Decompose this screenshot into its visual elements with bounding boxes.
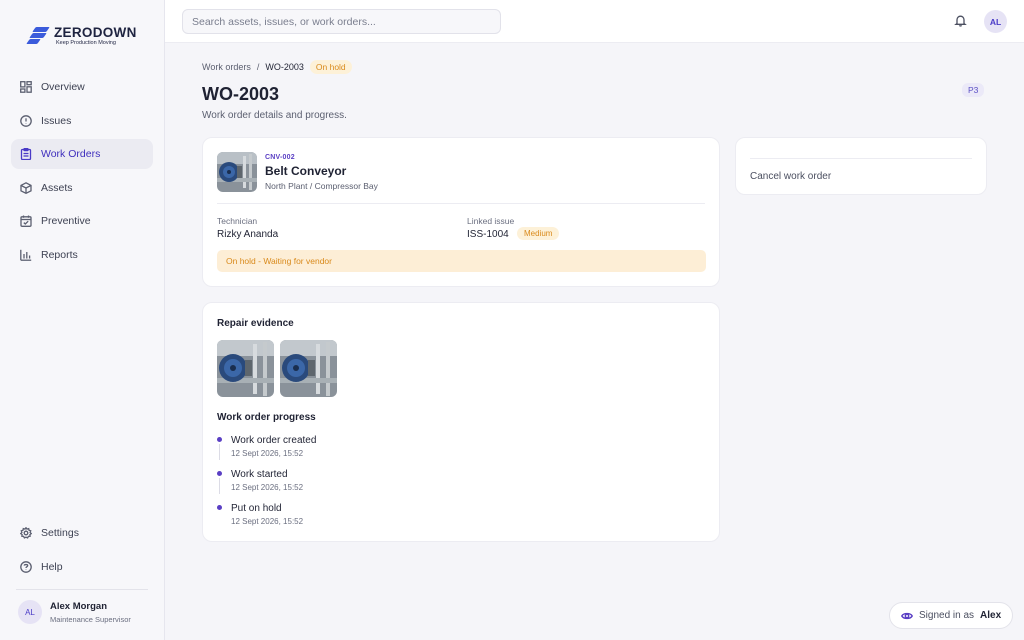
sidebar-item-reports[interactable]: Reports: [11, 240, 153, 270]
cube-icon: [20, 181, 32, 194]
grid-icon: [20, 81, 32, 93]
brand-name: ZERODOWN: [54, 25, 137, 40]
user-profile[interactable]: AL Alex Morgan Maintenance Supervisor: [18, 600, 131, 624]
sidebar-item-label: Assets: [41, 181, 73, 194]
timeline-connector: [219, 478, 220, 494]
avatar: AL: [18, 600, 42, 624]
sidebar-item-label: Issues: [41, 114, 72, 127]
secondary-nav: Settings Help: [11, 518, 153, 586]
user-name: Alex Morgan: [50, 600, 108, 612]
timeline-time: 12 Sept 2026, 15:52: [231, 449, 304, 458]
evidence-card: Repair evidence Work order progress Work…: [202, 302, 720, 542]
evidence-image[interactable]: [217, 340, 274, 397]
sidebar-item-help[interactable]: Help: [11, 552, 153, 582]
progress-timeline: Work order created 12 Sept 2026, 15:52 W…: [217, 435, 316, 537]
sidebar-item-label: Help: [41, 561, 63, 573]
signed-in-label: Signed in as: [919, 610, 975, 621]
breadcrumb: Work orders / WO-2003 On hold: [202, 60, 352, 74]
linked-issue-label: Linked issue: [467, 216, 515, 226]
cancel-work-order-button[interactable]: Cancel work order: [750, 171, 831, 182]
sidebar-item-label: Settings: [41, 527, 79, 539]
logo-icon: [26, 26, 50, 44]
sidebar-item-label: Work Orders: [41, 148, 101, 160]
evidence-image[interactable]: [280, 340, 337, 397]
signed-in-name: Alex: [980, 610, 1002, 621]
asset-location: North Plant / Compressor Bay: [265, 181, 378, 191]
clipboard-icon: [20, 148, 32, 160]
signed-in-indicator[interactable]: Signed in as Alex: [889, 602, 1014, 629]
sidebar-item-work-orders[interactable]: Work Orders: [11, 139, 153, 169]
main-nav: Overview Issues Work Orders Assets Preve…: [11, 72, 153, 273]
sidebar-item-settings[interactable]: Settings: [11, 518, 153, 548]
timeline-item: Work order created 12 Sept 2026, 15:52: [217, 435, 316, 469]
linked-issue-link[interactable]: ISS-1004: [467, 229, 509, 240]
timeline-dot: [217, 471, 222, 476]
progress-title: Work order progress: [217, 412, 316, 423]
sidebar-item-label: Preventive: [41, 215, 91, 227]
actions-card: Cancel work order: [735, 137, 987, 195]
help-circle-icon: [20, 561, 32, 573]
logo[interactable]: ZERODOWN Keep Production Moving: [26, 25, 137, 46]
sidebar-item-overview[interactable]: Overview: [11, 72, 153, 102]
timeline-time: 12 Sept 2026, 15:52: [231, 517, 304, 526]
sidebar-item-preventive[interactable]: Preventive: [11, 206, 153, 236]
bell-icon: [954, 15, 967, 27]
breadcrumb-current: WO-2003: [265, 62, 304, 72]
severity-badge: Medium: [517, 227, 560, 240]
search-input[interactable]: Search assets, issues, or work orders...: [182, 9, 501, 34]
timeline-connector: [219, 444, 220, 460]
gear-icon: [20, 527, 32, 539]
bar-chart-icon: [20, 249, 32, 261]
user-role: Maintenance Supervisor: [50, 614, 131, 624]
divider: [750, 158, 972, 159]
technician-value: Rizky Ananda: [217, 229, 279, 240]
technician-label: Technician: [217, 216, 258, 226]
page-title: WO-2003: [202, 84, 280, 104]
asset-code[interactable]: CNV-002: [265, 154, 295, 161]
timeline-label: Work order created: [231, 435, 317, 446]
sidebar-item-issues[interactable]: Issues: [11, 106, 153, 136]
notifications-button[interactable]: [954, 14, 968, 28]
timeline-item: Put on hold 12 Sept 2026, 15:52: [217, 503, 316, 537]
topbar: Search assets, issues, or work orders...…: [165, 0, 1024, 43]
evidence-title: Repair evidence: [217, 318, 294, 329]
timeline-dot: [217, 505, 222, 510]
avatar[interactable]: AL: [984, 10, 1007, 33]
asset-name: Belt Conveyor: [265, 164, 347, 178]
status-badge: On hold: [309, 60, 352, 74]
sidebar-item-label: Reports: [41, 248, 78, 261]
timeline-label: Work started: [231, 469, 288, 480]
sidebar-item-label: Overview: [41, 81, 85, 93]
brand-tagline: Keep Production Moving: [56, 39, 116, 46]
breadcrumb-separator: /: [256, 62, 260, 72]
sidebar-divider: [16, 589, 148, 590]
page-subtitle: Work order details and progress.: [202, 110, 347, 121]
timeline-time: 12 Sept 2026, 15:52: [231, 483, 304, 492]
timeline-dot: [217, 437, 222, 442]
hold-banner: On hold - Waiting for vendor: [217, 250, 706, 272]
priority-badge: P3: [962, 83, 985, 97]
calendar-check-icon: [20, 215, 32, 227]
alert-circle-icon: [20, 114, 32, 127]
sidebar: ZERODOWN Keep Production Moving Overview…: [0, 0, 165, 640]
sidebar-item-assets[interactable]: Assets: [11, 173, 153, 203]
timeline-label: Put on hold: [231, 503, 282, 514]
divider: [217, 203, 705, 204]
breadcrumb-parent[interactable]: Work orders: [202, 62, 251, 72]
timeline-item: Work started 12 Sept 2026, 15:52: [217, 469, 316, 503]
asset-image: [217, 152, 257, 192]
asset-card: CNV-002 Belt Conveyor North Plant / Comp…: [202, 137, 720, 287]
eye-icon: [901, 612, 913, 619]
